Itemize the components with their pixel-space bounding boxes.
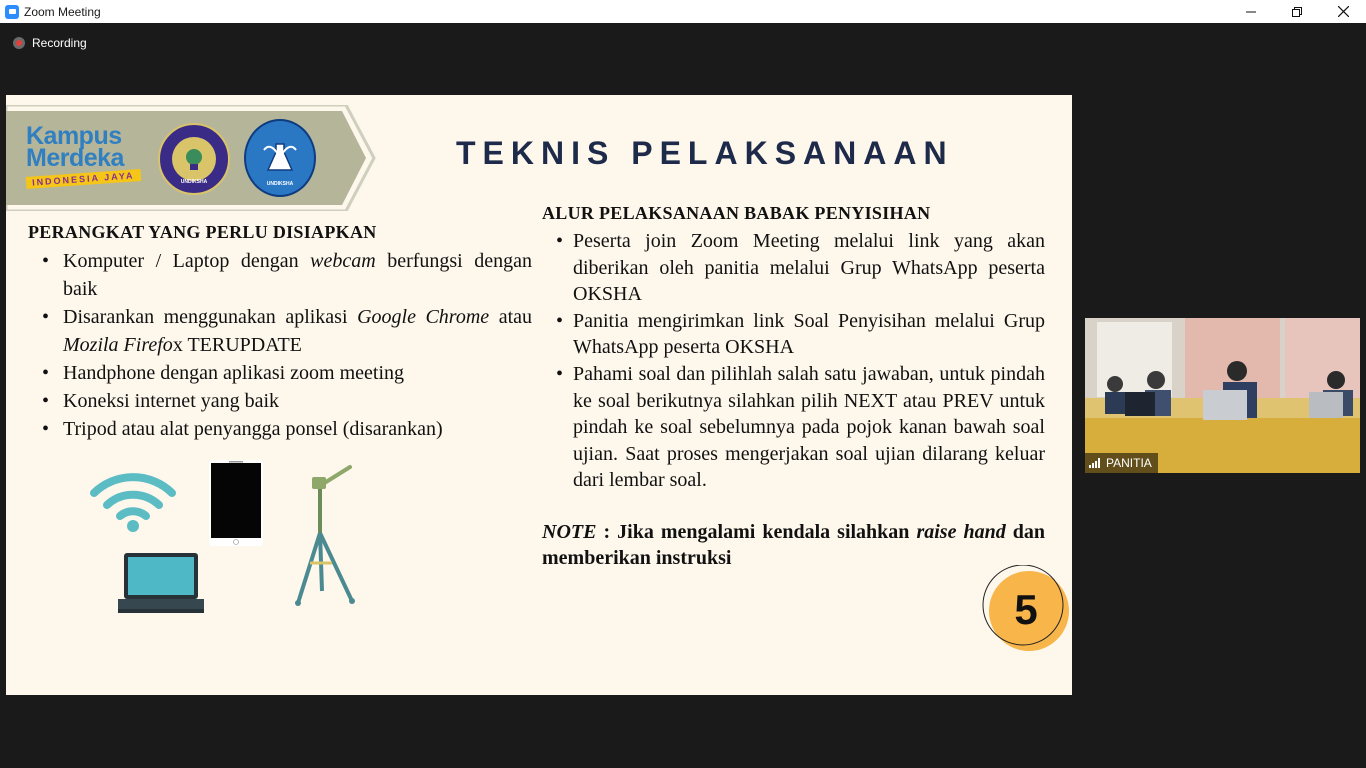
seal-emblem-icon bbox=[172, 137, 216, 181]
list-item: Disarankan menggunakan aplikasi Google C… bbox=[42, 303, 532, 359]
equipment-list: Komputer / Laptop dengan webcam berfungs… bbox=[42, 247, 532, 443]
wifi-icon bbox=[90, 473, 176, 532]
procedure-list: Peserta join Zoom Meeting melalui link y… bbox=[556, 228, 1045, 494]
right-heading: ALUR PELAKSANAAN BABAK PENYISIHAN bbox=[542, 203, 931, 223]
recording-label: Recording bbox=[32, 36, 87, 50]
close-icon bbox=[1337, 6, 1349, 17]
list-item: Handphone dengan aplikasi zoom meeting bbox=[42, 359, 532, 387]
participant-name-tag: PANITIA bbox=[1085, 453, 1158, 473]
left-heading: PERANGKAT YANG PERLU DISIAPKAN bbox=[28, 222, 377, 242]
restore-button[interactable] bbox=[1274, 0, 1320, 23]
list-item: Peserta join Zoom Meeting melalui link y… bbox=[556, 228, 1045, 308]
list-item: Panitia mengirimkan link Soal Penyisihan… bbox=[556, 308, 1045, 361]
note-text: NOTE : Jika mengalami kendala silahkan r… bbox=[542, 521, 1046, 569]
note-label: NOTE bbox=[542, 521, 597, 543]
kimia-undiksha-seal-logo: UNDIKSHA bbox=[244, 119, 316, 197]
video-feed-image bbox=[1085, 318, 1360, 473]
zoom-app-icon bbox=[5, 4, 19, 19]
close-button[interactable] bbox=[1320, 0, 1366, 23]
smartphone-icon bbox=[209, 460, 263, 546]
window-title: Zoom Meeting bbox=[24, 4, 101, 19]
shared-screen-slide: Kampus Merdeka INDONESIA JAYA UNDIKSHA U… bbox=[6, 95, 1072, 695]
page-number-badge: 5 bbox=[981, 565, 1071, 653]
list-item: Tripod atau alat penyangga ponsel (disar… bbox=[42, 415, 532, 443]
list-item: Komputer / Laptop dengan webcam berfungs… bbox=[42, 247, 532, 303]
tripod-icon bbox=[295, 465, 355, 606]
seal1-label: UNDIKSHA bbox=[180, 179, 208, 185]
kampus-line2: Merdeka bbox=[26, 144, 124, 172]
list-item: Pahami soal dan pilihlah salah satu jawa… bbox=[556, 361, 1045, 494]
minimize-icon bbox=[1246, 11, 1256, 12]
kampus-merdeka-logo: Kampus Merdeka INDONESIA JAYA bbox=[25, 124, 154, 189]
participant-name: PANITIA bbox=[1106, 456, 1152, 470]
page-number: 5 bbox=[1014, 586, 1038, 633]
record-icon bbox=[13, 37, 25, 49]
kampus-ribbon: INDONESIA JAYA bbox=[25, 169, 141, 189]
slide-title: TEKNIS PELAKSANAAN bbox=[456, 135, 954, 171]
signal-strength-icon bbox=[1089, 458, 1101, 468]
undiksha-seal-logo: UNDIKSHA bbox=[158, 123, 230, 195]
minimize-button[interactable] bbox=[1228, 0, 1274, 23]
recording-indicator[interactable]: Recording bbox=[13, 36, 87, 50]
window-controls bbox=[1228, 0, 1366, 23]
list-item: Koneksi internet yang baik bbox=[42, 387, 532, 415]
window-titlebar: Zoom Meeting bbox=[0, 0, 1366, 23]
participant-video-tile[interactable]: PANITIA bbox=[1085, 318, 1360, 473]
restore-icon bbox=[1292, 6, 1302, 17]
flask-icon bbox=[263, 143, 297, 171]
seal2-label: UNDIKSHA bbox=[266, 181, 294, 187]
laptop-icon bbox=[118, 553, 204, 613]
